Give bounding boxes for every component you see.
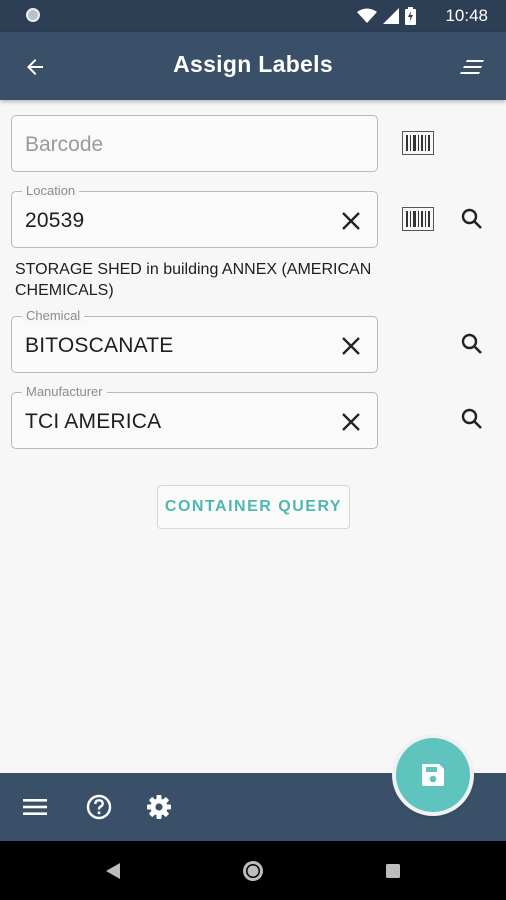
chemical-field[interactable]: Chemical BITOSCANATE [11, 308, 378, 373]
search-manufacturer-button[interactable] [454, 401, 490, 437]
status-bar: 10:48 [0, 0, 506, 32]
home-circle-icon [243, 861, 263, 881]
status-icons [357, 7, 416, 25]
settings-icon [147, 795, 171, 819]
close-icon [342, 337, 360, 355]
battery-icon [405, 7, 416, 25]
search-location-button[interactable] [454, 201, 490, 237]
sort-menu-icon [460, 60, 484, 74]
settings-button[interactable] [143, 791, 175, 823]
save-button[interactable] [396, 738, 470, 812]
clear-location-button[interactable] [339, 209, 363, 233]
clear-manufacturer-button[interactable] [339, 410, 363, 434]
search-icon [461, 208, 482, 229]
notification-dot-icon [26, 8, 40, 22]
signal-icon [383, 8, 399, 24]
help-button[interactable] [83, 791, 115, 823]
close-icon [342, 212, 360, 230]
container-query-button[interactable]: CONTAINER QUERY [157, 485, 350, 529]
recents-square-icon [386, 864, 400, 878]
close-icon [342, 413, 360, 431]
chemical-value: BITOSCANATE [25, 334, 174, 357]
location-description: STORAGE SHED in building ANNEX (AMERICAN… [15, 261, 372, 299]
barcode-scan-icon [402, 131, 434, 155]
app-bar: Assign Labels [0, 32, 506, 100]
sort-menu-button[interactable] [456, 52, 488, 82]
barcode-field[interactable]: Barcode [11, 115, 378, 172]
search-chemical-button[interactable] [454, 326, 490, 362]
search-icon [461, 333, 482, 354]
location-label: Location [22, 183, 80, 198]
barcode-scan-icon [402, 207, 434, 231]
wifi-icon [357, 8, 377, 23]
manufacturer-field[interactable]: Manufacturer TCI AMERICA [11, 384, 378, 449]
manufacturer-value: TCI AMERICA [25, 410, 162, 433]
clear-chemical-button[interactable] [339, 334, 363, 358]
location-field[interactable]: Location 20539 [11, 183, 378, 248]
status-time: 10:48 [445, 6, 488, 25]
save-icon [422, 764, 444, 786]
menu-button[interactable] [19, 791, 51, 823]
hamburger-menu-icon [23, 799, 47, 815]
chemical-label: Chemical [22, 308, 85, 323]
scan-barcode-button[interactable] [400, 125, 436, 161]
location-value: 20539 [25, 209, 85, 232]
nav-recents-button[interactable] [381, 859, 405, 883]
barcode-placeholder: Barcode [25, 133, 104, 156]
manufacturer-label: Manufacturer [22, 384, 107, 399]
scan-location-button[interactable] [400, 201, 436, 237]
nav-home-button[interactable] [241, 859, 265, 883]
system-nav-bar [0, 841, 506, 900]
help-icon [86, 794, 112, 820]
page-title: Assign Labels [173, 51, 333, 77]
back-triangle-icon [106, 863, 120, 879]
nav-back-button[interactable] [101, 859, 125, 883]
search-icon [461, 408, 482, 429]
